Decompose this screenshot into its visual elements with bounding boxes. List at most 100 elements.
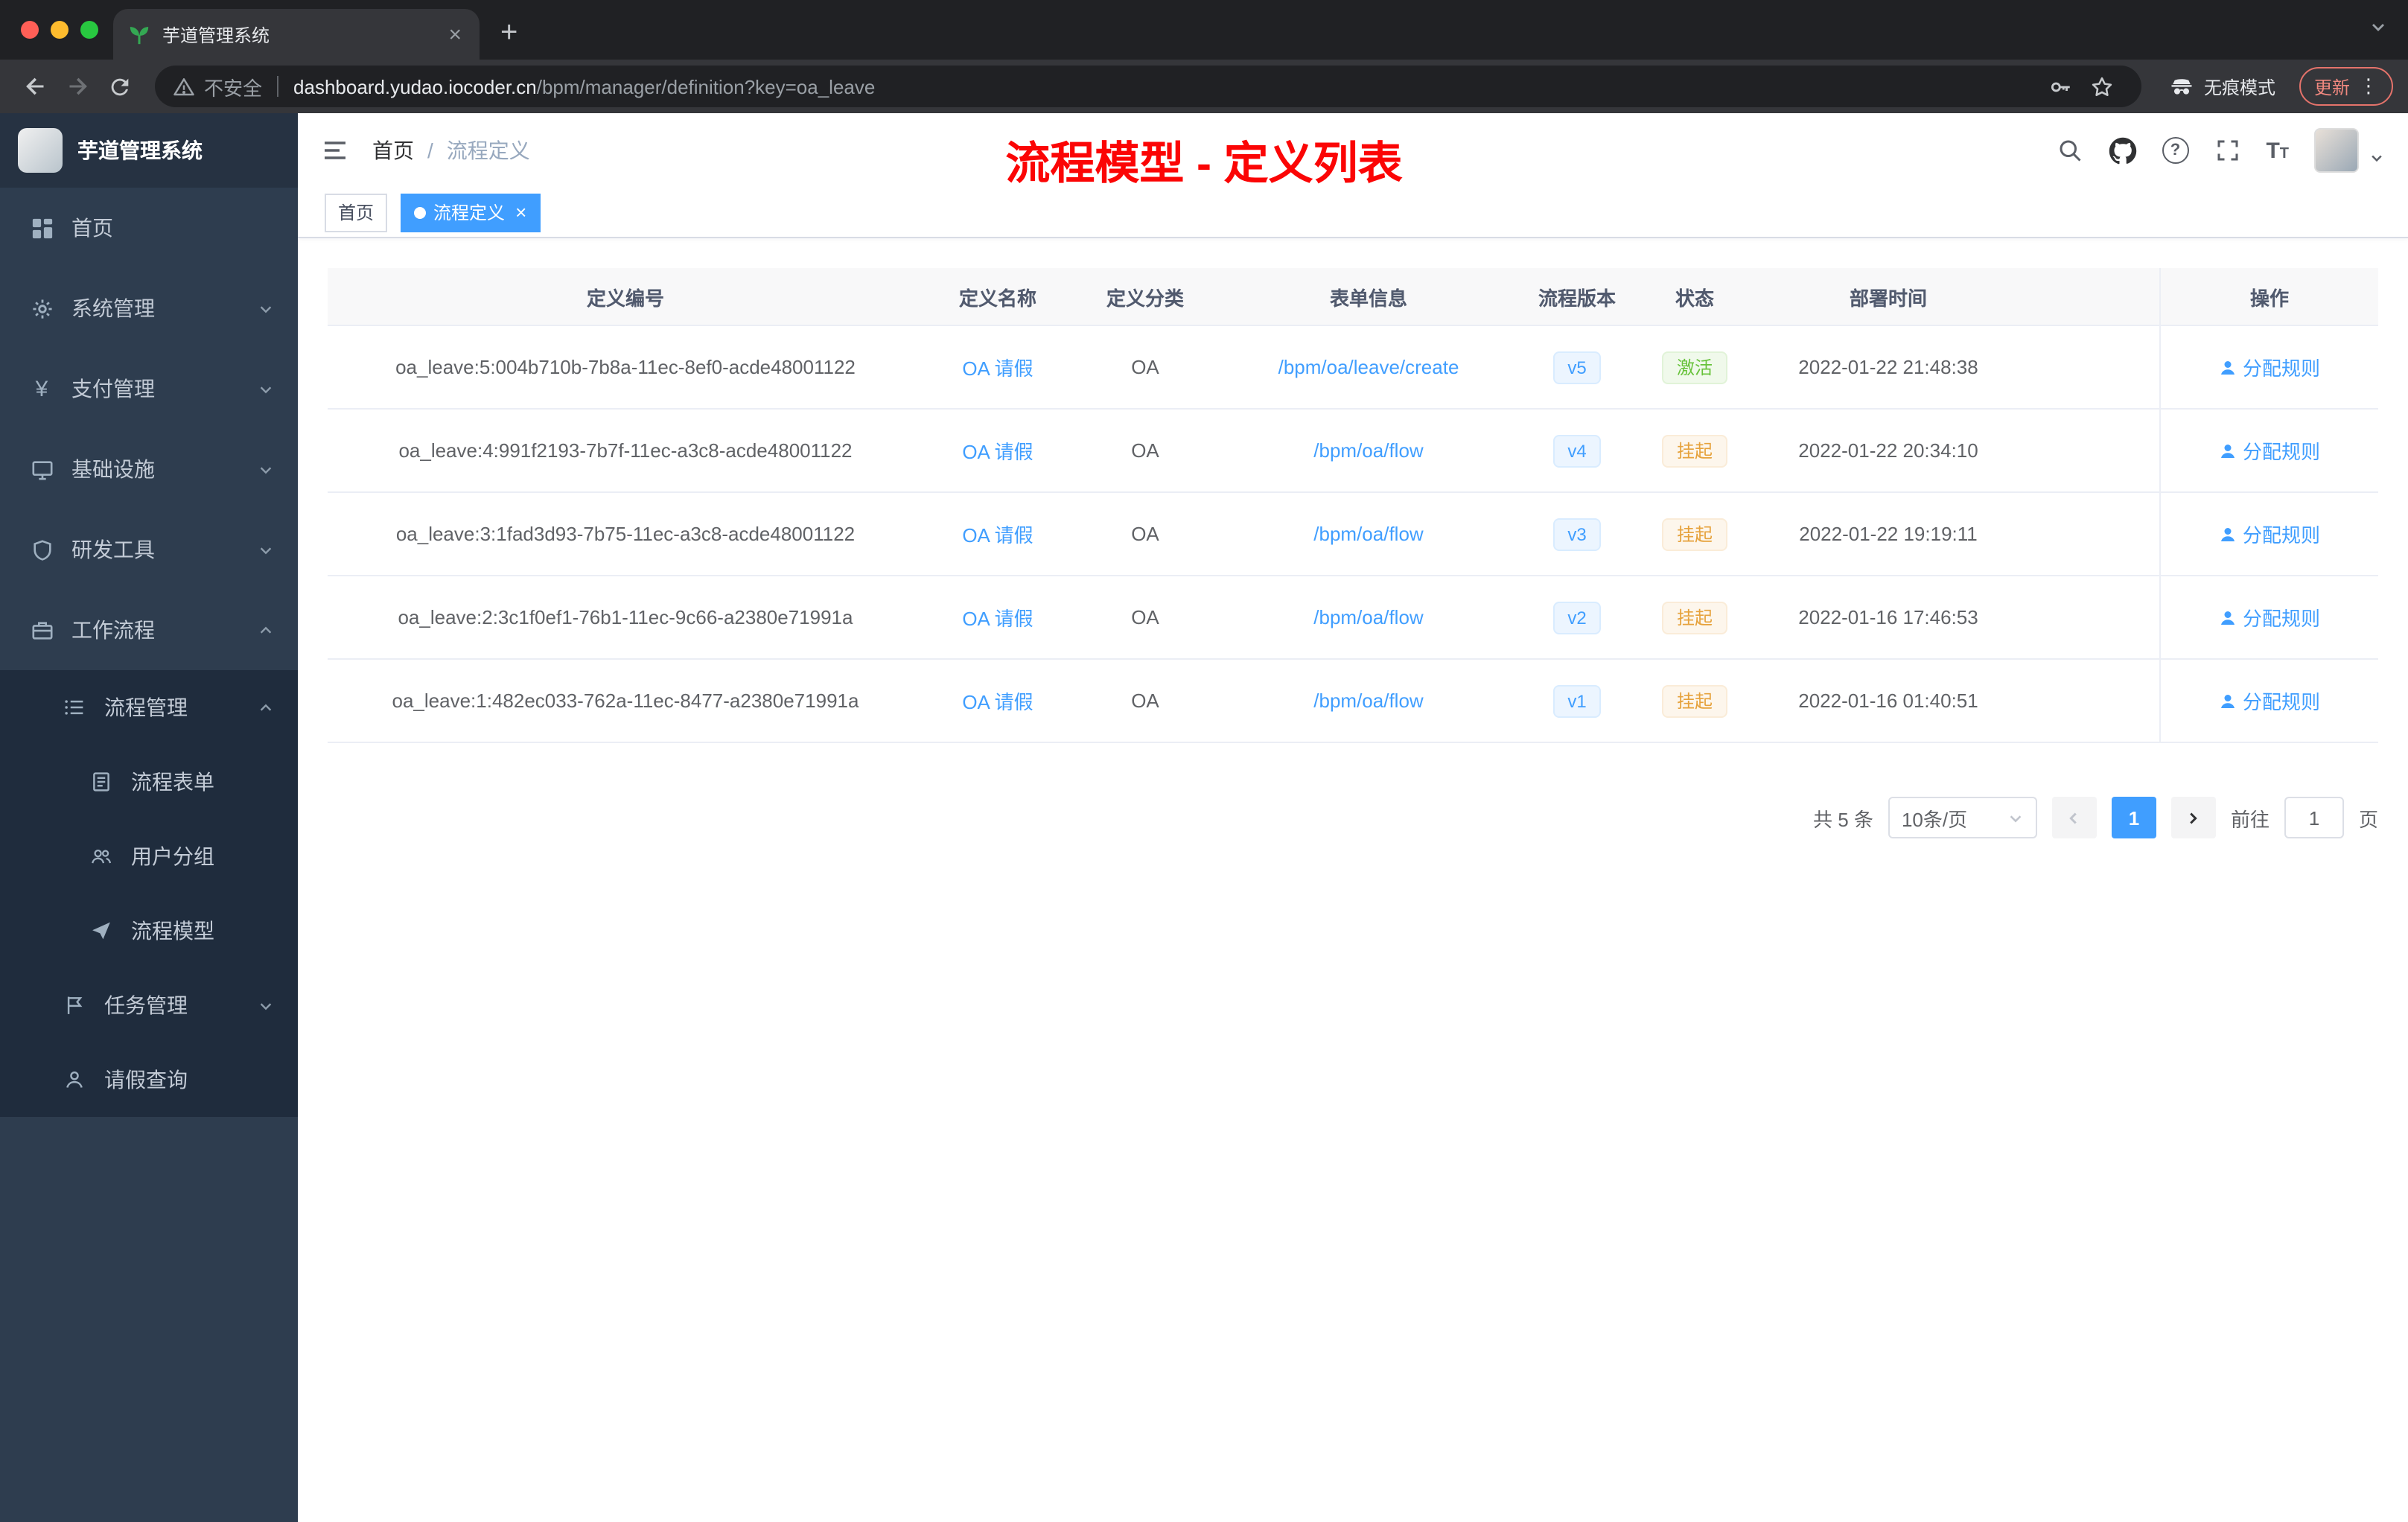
form-link[interactable]: /bpm/oa/leave/create bbox=[1278, 356, 1459, 378]
page-unit-label: 页 bbox=[2358, 808, 2378, 830]
cell-definition-id: oa_leave:1:482ec033-762a-11ec-8477-a2380… bbox=[392, 690, 859, 712]
chrome-update-chip[interactable]: 更新 ⋮ bbox=[2299, 67, 2393, 106]
form-link[interactable]: /bpm/oa/flow bbox=[1313, 523, 1423, 545]
assign-rule-link[interactable]: 分配规则 bbox=[2219, 603, 2320, 631]
sidebar-logo[interactable]: 芋道管理系统 bbox=[0, 113, 298, 188]
cell-definition-id: oa_leave:4:991f2193-7b7f-11ec-a3c8-acde4… bbox=[398, 439, 853, 462]
search-icon[interactable] bbox=[2056, 137, 2083, 164]
sidebar-item-payment[interactable]: ¥ 支付管理 bbox=[0, 348, 298, 429]
definition-name-link[interactable]: OA 请假 bbox=[962, 436, 1033, 465]
close-window-button[interactable] bbox=[21, 21, 39, 39]
not-secure-label[interactable]: 不安全 bbox=[204, 72, 262, 101]
col-header: 状态 bbox=[1675, 287, 1714, 309]
sidebar-item-home[interactable]: 首页 bbox=[0, 188, 298, 268]
col-header-filler bbox=[2022, 268, 2159, 325]
chevron-down-icon bbox=[258, 541, 274, 558]
caret-down-icon[interactable] bbox=[2369, 147, 2384, 170]
sidebar-item-task-management[interactable]: 任务管理 bbox=[0, 968, 298, 1042]
github-icon[interactable] bbox=[2108, 136, 2136, 165]
avatar[interactable] bbox=[2314, 128, 2359, 173]
breadcrumb-home[interactable]: 首页 bbox=[372, 136, 414, 165]
list-icon bbox=[63, 695, 86, 719]
incognito-icon bbox=[2168, 73, 2195, 100]
cell-deploy-time: 2022-01-22 19:19:11 bbox=[1799, 523, 1978, 545]
definition-name-link[interactable]: OA 请假 bbox=[962, 353, 1033, 381]
url-path[interactable]: /bpm/manager/definition?key=oa_leave bbox=[537, 75, 876, 98]
assign-rule-link[interactable]: 分配规则 bbox=[2219, 520, 2320, 548]
sidebar-item-label: 流程模型 bbox=[131, 919, 214, 943]
cell-deploy-time: 2022-01-22 20:34:10 bbox=[1798, 439, 1978, 462]
sidebar-item-dev-tools[interactable]: 研发工具 bbox=[0, 509, 298, 590]
sidebar-item-process-form[interactable]: 流程表单 bbox=[0, 745, 298, 819]
chevron-up-icon bbox=[258, 622, 274, 638]
back-icon[interactable] bbox=[15, 66, 57, 107]
sidebar-item-system[interactable]: 系统管理 bbox=[0, 268, 298, 348]
breadcrumb-current: 流程定义 bbox=[446, 138, 530, 162]
col-header: 表单信息 bbox=[1329, 287, 1407, 309]
app-root: 芋道管理系统 首页 系统管理 ¥ 支付管理 基础设施 研发工具 工作流程 流程管… bbox=[0, 113, 2408, 1522]
address-bar[interactable]: 不安全 dashboard.yudao.iocoder.cn /bpm/mana… bbox=[155, 66, 2141, 107]
form-link[interactable]: /bpm/oa/flow bbox=[1313, 690, 1423, 712]
bookmark-star-icon[interactable] bbox=[2082, 66, 2124, 107]
tab-close-icon[interactable]: × bbox=[445, 23, 465, 45]
browser-toolbar: 不安全 dashboard.yudao.iocoder.cn /bpm/mana… bbox=[0, 60, 2408, 113]
assign-rule-link[interactable]: 分配规则 bbox=[2219, 436, 2320, 465]
tag-close-icon[interactable]: × bbox=[515, 203, 526, 222]
cell-category: OA bbox=[1131, 606, 1159, 628]
sidebar-item-label: 请假查询 bbox=[104, 1068, 188, 1092]
goto-page-input[interactable] bbox=[2284, 797, 2344, 838]
status-badge: 激活 bbox=[1661, 351, 1727, 383]
cell-category: OA bbox=[1131, 523, 1159, 545]
sidebar-item-infrastructure[interactable]: 基础设施 bbox=[0, 429, 298, 509]
zoom-window-button[interactable] bbox=[80, 21, 98, 39]
sidebar-item-process-model[interactable]: 流程模型 bbox=[0, 894, 298, 968]
definition-name-link[interactable]: OA 请假 bbox=[962, 520, 1033, 548]
tag-label: 首页 bbox=[338, 203, 375, 223]
tab-title: 芋道管理系统 bbox=[162, 25, 270, 45]
version-tag: v1 bbox=[1552, 684, 1602, 717]
form-link[interactable]: /bpm/oa/flow bbox=[1313, 606, 1423, 628]
new-tab-button[interactable]: + bbox=[500, 18, 517, 48]
assign-rule-link[interactable]: 分配规则 bbox=[2219, 687, 2320, 715]
reload-icon[interactable] bbox=[98, 66, 140, 107]
browser-tab[interactable]: 芋道管理系统 × bbox=[113, 9, 480, 60]
menu-kebab-icon[interactable]: ⋮ bbox=[2359, 74, 2378, 98]
password-key-icon[interactable] bbox=[2040, 66, 2082, 107]
pagination-total: 共 5 条 bbox=[1813, 808, 1873, 830]
minimize-window-button[interactable] bbox=[51, 21, 69, 39]
shield-icon bbox=[30, 538, 54, 561]
prev-page-button[interactable] bbox=[2051, 797, 2097, 838]
hamburger-icon[interactable] bbox=[322, 137, 348, 164]
next-page-button[interactable] bbox=[2170, 797, 2216, 838]
form-link[interactable]: /bpm/oa/flow bbox=[1313, 439, 1423, 462]
tag-process-definition[interactable]: 流程定义 × bbox=[401, 193, 541, 232]
col-header: 部署时间 bbox=[1849, 287, 1927, 309]
sidebar-item-process-management[interactable]: 流程管理 bbox=[0, 670, 298, 745]
window-controls bbox=[21, 21, 98, 39]
workflow-submenu: 流程管理 流程表单 用户分组 流程模型 任务管理 请假查询 bbox=[0, 670, 298, 1117]
sidebar-item-workflow[interactable]: 工作流程 bbox=[0, 590, 298, 670]
cell-filler bbox=[2022, 576, 2159, 658]
tab-strip: 芋道管理系统 × + bbox=[0, 0, 2408, 60]
font-size-icon[interactable]: TT bbox=[2266, 138, 2289, 163]
sidebar-item-label: 用户分组 bbox=[131, 844, 214, 868]
page-size-select[interactable]: 10条/页 bbox=[1888, 797, 2037, 838]
tab-search-chevron-icon[interactable] bbox=[2369, 18, 2387, 40]
fullscreen-icon[interactable] bbox=[2214, 137, 2240, 164]
sidebar-item-label: 首页 bbox=[71, 216, 113, 240]
sidebar-item-user-group[interactable]: 用户分组 bbox=[0, 819, 298, 894]
definition-name-link[interactable]: OA 请假 bbox=[962, 687, 1033, 715]
forward-icon[interactable] bbox=[57, 66, 98, 107]
table-header-row: 定义编号 定义名称 定义分类 表单信息 流程版本 状态 部署时间 操作 bbox=[328, 268, 2378, 326]
help-icon[interactable]: ? bbox=[2162, 137, 2189, 164]
url-host[interactable]: dashboard.yudao.iocoder.cn bbox=[293, 75, 537, 98]
definition-name-link[interactable]: OA 请假 bbox=[962, 603, 1033, 631]
page-number-button[interactable]: 1 bbox=[2111, 797, 2156, 838]
cell-filler bbox=[2022, 493, 2159, 575]
status-badge: 挂起 bbox=[1661, 434, 1727, 467]
sidebar-item-leave-query[interactable]: 请假查询 bbox=[0, 1042, 298, 1117]
assign-rule-link[interactable]: 分配规则 bbox=[2219, 353, 2320, 381]
sidebar-item-label: 系统管理 bbox=[71, 296, 155, 320]
update-label[interactable]: 更新 bbox=[2314, 74, 2350, 99]
tag-home[interactable]: 首页 bbox=[325, 193, 388, 232]
